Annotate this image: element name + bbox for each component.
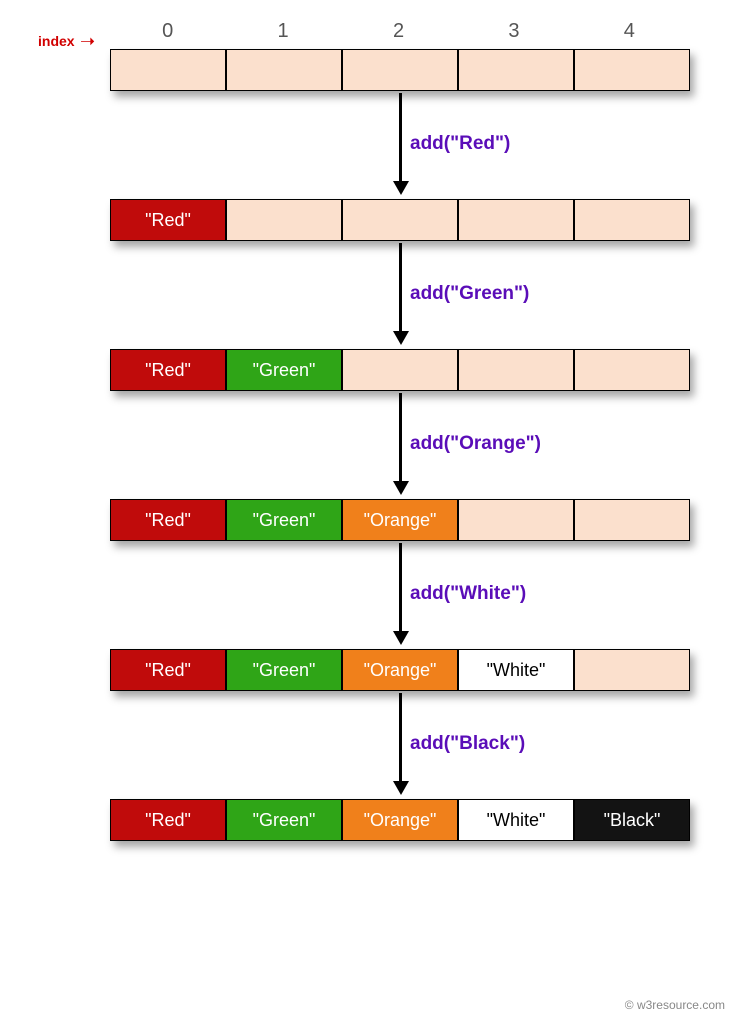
operation-label: add("Red")	[410, 133, 510, 155]
array-cell	[226, 49, 342, 91]
array-cell: "Red"	[110, 349, 226, 391]
arrow-head-icon	[393, 181, 409, 195]
arrow-block: add("Red")	[110, 91, 690, 199]
index-num: 3	[456, 20, 571, 43]
arrow-head-icon	[393, 481, 409, 495]
operation-label: add("White")	[410, 583, 526, 605]
arrow-line-icon	[399, 693, 402, 788]
array-cell: "Green"	[226, 349, 342, 391]
array-cell	[574, 499, 690, 541]
array-cell	[342, 199, 458, 241]
arrow-head-icon	[393, 631, 409, 645]
array-row: "Red"	[110, 199, 690, 241]
arrow-line-icon	[399, 93, 402, 188]
array-cell: "Orange"	[342, 799, 458, 841]
arrow-head-icon	[393, 781, 409, 795]
array-cell: "Red"	[110, 499, 226, 541]
watermark: © w3resource.com	[625, 998, 725, 1012]
array-cell: "Orange"	[342, 499, 458, 541]
array-cell	[342, 349, 458, 391]
operation-label: add("Green")	[410, 283, 529, 305]
index-num: 1	[225, 20, 340, 43]
array-cell	[574, 49, 690, 91]
array-row	[110, 49, 690, 91]
index-label: index	[38, 33, 75, 49]
array-row: "Red""Green""Orange""White"	[110, 649, 690, 691]
array-cell: "Green"	[226, 499, 342, 541]
array-cell: "Orange"	[342, 649, 458, 691]
arrow-line-icon	[399, 393, 402, 488]
array-cell	[458, 349, 574, 391]
array-cell: "Green"	[226, 649, 342, 691]
array-row: "Red""Green""Orange""White""Black"	[110, 799, 690, 841]
arrow-line-icon	[399, 543, 402, 638]
array-cell	[342, 49, 458, 91]
index-arrow-icon: ➝	[80, 36, 95, 46]
array-cell	[458, 199, 574, 241]
index-num: 4	[572, 20, 687, 43]
array-cell: "Green"	[226, 799, 342, 841]
array-cell	[458, 49, 574, 91]
array-cell: "Black"	[574, 799, 690, 841]
array-cell	[574, 199, 690, 241]
array-cell: "White"	[458, 649, 574, 691]
array-cell: "Red"	[110, 799, 226, 841]
array-cell: "Red"	[110, 199, 226, 241]
array-cell	[458, 499, 574, 541]
array-cell	[574, 649, 690, 691]
array-cell	[226, 199, 342, 241]
index-header: 0 1 2 3 4	[110, 20, 687, 43]
arrow-block: add("Green")	[110, 241, 690, 349]
operation-label: add("Orange")	[410, 433, 541, 455]
diagram-container: 0 1 2 3 4 add("Red") "Red" add("Green") …	[0, 0, 737, 861]
index-num: 0	[110, 20, 225, 43]
arrow-head-icon	[393, 331, 409, 345]
arrow-block: add("Orange")	[110, 391, 690, 499]
array-cell	[574, 349, 690, 391]
arrow-line-icon	[399, 243, 402, 338]
array-cell	[110, 49, 226, 91]
array-row: "Red""Green""Orange"	[110, 499, 690, 541]
array-cell: "Red"	[110, 649, 226, 691]
array-cell: "White"	[458, 799, 574, 841]
operation-label: add("Black")	[410, 733, 525, 755]
index-num: 2	[341, 20, 456, 43]
arrow-block: add("Black")	[110, 691, 690, 799]
array-row: "Red""Green"	[110, 349, 690, 391]
arrow-block: add("White")	[110, 541, 690, 649]
